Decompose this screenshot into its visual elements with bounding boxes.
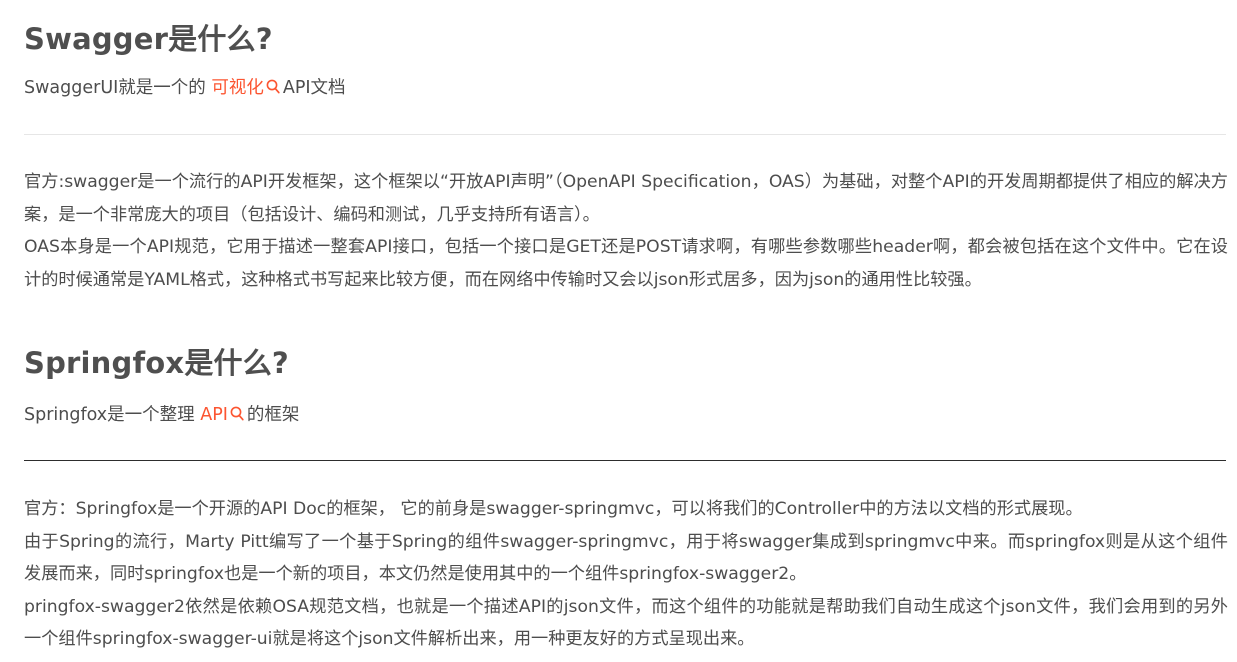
- section-heading-swagger: Swagger是什么?: [24, 22, 273, 56]
- springfox-intro-suffix: 的框架: [246, 405, 300, 425]
- paragraph: pringfox-swagger2依然是依赖OSA规范文档，也就是一个描述API…: [24, 596, 1228, 650]
- search-icon[interactable]: [230, 404, 244, 428]
- keyword-link-visualization[interactable]: 可视化: [211, 78, 264, 98]
- paragraph: OAS本身是一个API规范，它用于描述一整套API接口，包括一个接口是GET还是…: [24, 237, 1228, 290]
- swagger-intro-suffix: API文档: [282, 78, 346, 98]
- swagger-description: 官方:swagger是一个流行的API开发框架，这个框架以“开放API声明”（O…: [24, 166, 1228, 296]
- paragraph: 官方：Springfox是一个开源的API Doc的框架， 它的前身是swagg…: [24, 499, 1083, 519]
- springfox-description: 官方：Springfox是一个开源的API Doc的框架， 它的前身是swagg…: [24, 493, 1228, 656]
- divider-light: [24, 134, 1226, 135]
- search-icon[interactable]: [266, 77, 280, 101]
- paragraph: 官方:swagger是一个流行的API开发框架，这个框架以“开放API声明”（O…: [24, 172, 1228, 225]
- springfox-intro-prefix: Springfox是一个整理: [24, 405, 201, 425]
- springfox-intro: Springfox是一个整理 API 的框架: [24, 403, 299, 428]
- swagger-intro: SwaggerUI就是一个的 可视化 API文档: [24, 76, 346, 101]
- divider-dark: [24, 460, 1226, 461]
- section-heading-springfox: Springfox是什么?: [24, 346, 289, 380]
- paragraph: 由于Spring的流行，Marty Pitt编写了一个基于Spring的组件sw…: [24, 531, 1228, 585]
- keyword-link-api[interactable]: API: [200, 405, 228, 425]
- swagger-intro-prefix: SwaggerUI就是一个的: [24, 78, 212, 98]
